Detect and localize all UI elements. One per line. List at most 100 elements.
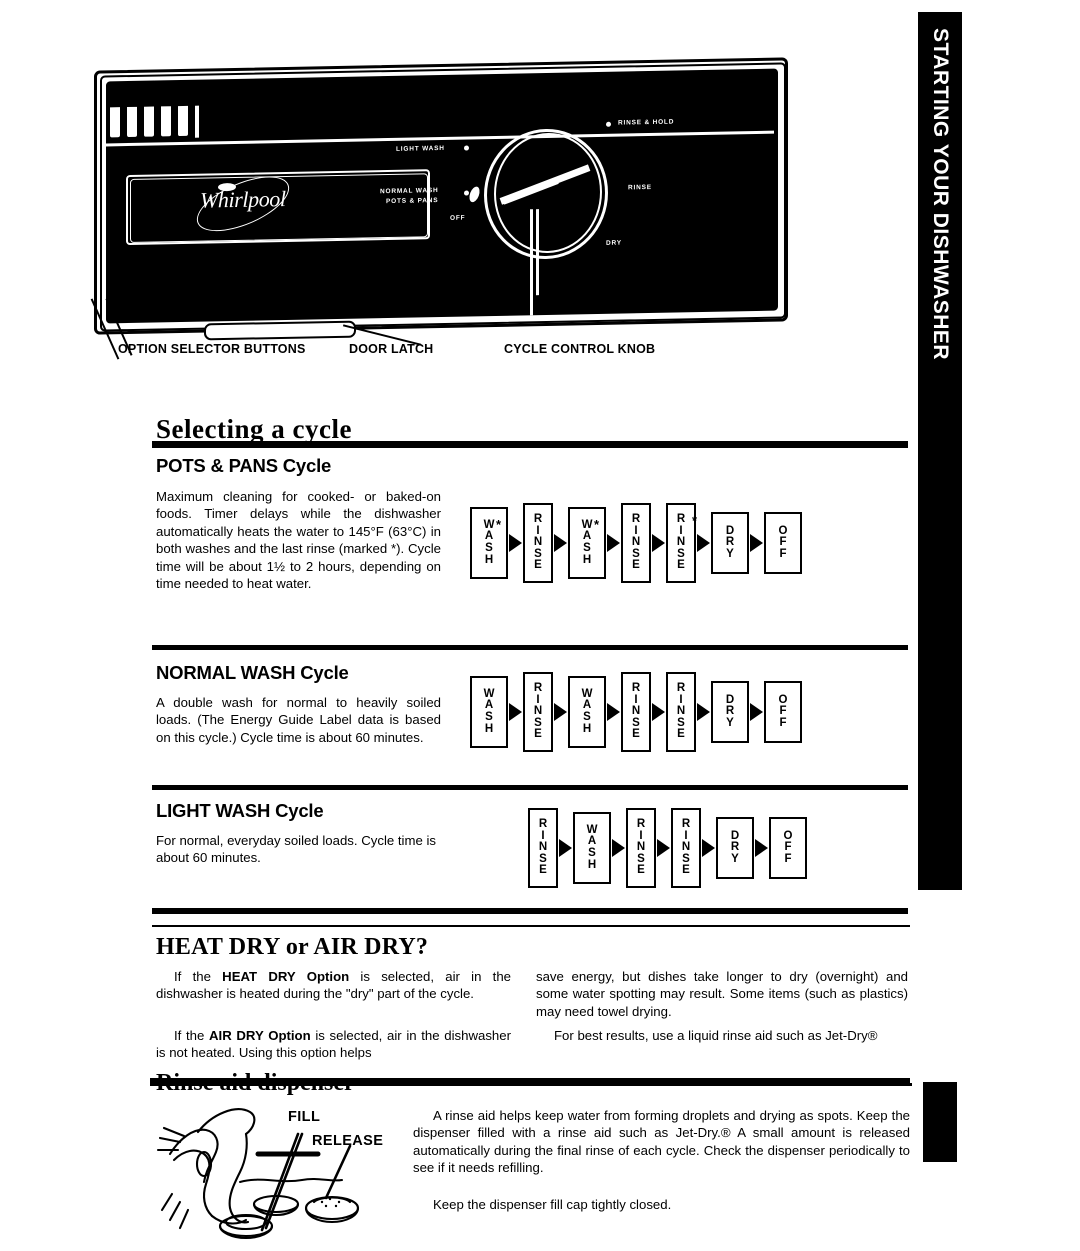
section-body-normal-wash: A double wash for normal to heavily soil… bbox=[156, 695, 441, 745]
caption-option-selector-buttons: OPTION SELECTOR BUTTONS bbox=[118, 342, 306, 356]
cycle-stage-box: R I N S E bbox=[528, 808, 558, 888]
cycle-stage-box: R I N S E bbox=[626, 808, 656, 888]
cycle-stage-label: W A S H bbox=[586, 823, 598, 871]
heated-stage-star-icon: * bbox=[496, 517, 502, 532]
cycle-stage-label: W A S H bbox=[483, 687, 495, 735]
callout-leader-knob-2 bbox=[536, 209, 539, 296]
lower-thumb-mark bbox=[923, 1082, 957, 1162]
cycle-stage-label: D R Y bbox=[725, 524, 735, 560]
rinse-aid-dispenser-illustration bbox=[156, 1108, 360, 1240]
section-body-light-wash: For normal, everyday soiled loads. Cycle… bbox=[156, 833, 436, 866]
cycle-stage-box: R I N S E bbox=[621, 503, 651, 583]
cycle-stage-label: W A S H bbox=[581, 518, 593, 566]
dial-label-dry: DRY bbox=[606, 239, 622, 247]
cycle-stage-label: O F F bbox=[778, 524, 788, 560]
cycle-stage-box: D R Y bbox=[711, 681, 749, 743]
door-latch[interactable] bbox=[204, 320, 356, 341]
cycle-stage-box: O F F bbox=[764, 512, 802, 574]
section-body-pots-pans: Maximum cleaning for cooked- or baked-on… bbox=[156, 489, 441, 592]
section-heading-light-wash: LIGHT WASH Cycle bbox=[156, 800, 324, 821]
dial-label-rinse: RINSE bbox=[628, 183, 652, 192]
heated-stage-star-icon: * bbox=[692, 513, 698, 528]
cycle-stage-box: W A S H bbox=[573, 812, 611, 884]
cycle-stage-label: R I N S E bbox=[676, 682, 686, 741]
panel-face: Whirlpool LIGHT WASH NORMAL WASH POTS & … bbox=[106, 68, 778, 324]
cycle-stage-label: R I N S E bbox=[538, 818, 548, 877]
divider-title bbox=[152, 441, 908, 448]
rinse-aid-paragraph-1: A rinse aid helps keep water from formin… bbox=[413, 1108, 910, 1176]
dial-label-rinse-hold: RINSE & HOLD bbox=[618, 118, 675, 127]
section-heading-heat-dry: HEAT DRY or AIR DRY? bbox=[156, 934, 429, 960]
dial-label-normal-wash: NORMAL WASH bbox=[380, 187, 439, 196]
heated-stage-star-icon: * bbox=[594, 517, 600, 532]
knob-off-marker-icon bbox=[467, 185, 482, 204]
cycle-stage-label: D R Y bbox=[730, 829, 740, 865]
heat-dry-p1-lead: If the bbox=[174, 969, 223, 984]
cycle-stage-box: W A S H * bbox=[470, 507, 508, 579]
cycle-stage-label: W A S H bbox=[483, 518, 495, 566]
heat-dry-right-paragraph-2: For best results, use a liquid rinse aid… bbox=[554, 1028, 878, 1043]
option-button-2[interactable] bbox=[127, 106, 137, 138]
heat-dry-option-bold: HEAT DRY Option bbox=[222, 969, 350, 984]
air-dry-option-bold: AIR DRY Option bbox=[209, 1028, 311, 1043]
manual-page: STARTING YOUR DISHWASHER Whirlpool LIGHT… bbox=[0, 0, 1080, 1251]
heat-dry-right-paragraph-1: save energy, but dishes take longer to d… bbox=[536, 969, 908, 1019]
cycle-stage-label: R I N S E bbox=[533, 513, 543, 572]
cycle-stage-box: W A S H * bbox=[568, 507, 606, 579]
cycle-stage-label: D R Y bbox=[725, 693, 735, 729]
rinse-aid-paragraph-2: Keep the dispenser fill cap tightly clos… bbox=[433, 1197, 672, 1212]
option-button-4[interactable] bbox=[161, 106, 171, 137]
dishwasher-control-panel-illustration: Whirlpool LIGHT WASH NORMAL WASH POTS & … bbox=[86, 57, 798, 360]
flow-arrow-icon bbox=[750, 703, 763, 721]
dial-label-light-wash: LIGHT WASH bbox=[396, 144, 445, 153]
divider-pots-pans bbox=[152, 645, 908, 650]
divider-heat-dry-top bbox=[152, 925, 910, 927]
heat-dry-paragraph-1: If the HEAT DRY Option is selected, air … bbox=[156, 968, 511, 1003]
dial-dot-light-wash bbox=[464, 145, 469, 151]
option-button-6[interactable] bbox=[195, 105, 199, 138]
callout-caption-row: OPTION SELECTOR BUTTONS DOOR LATCH CYCLE… bbox=[86, 340, 786, 362]
cycle-stage-label: R I N S E bbox=[681, 818, 691, 877]
illustration-label-release: RELEASE bbox=[312, 1133, 384, 1149]
cycle-stage-box: R I N S E bbox=[671, 808, 701, 888]
dial-dot-normal-wash bbox=[464, 190, 469, 196]
flow-arrow-icon bbox=[750, 534, 763, 552]
cycle-stage-box: W A S H bbox=[470, 676, 508, 748]
cycle-flow-light-wash: R I N S EW A S HR I N S ER I N S ED R YO… bbox=[528, 808, 807, 888]
flow-arrow-icon bbox=[652, 703, 665, 721]
flow-arrow-icon bbox=[657, 839, 670, 857]
cycle-stage-box: R I N S E bbox=[621, 672, 651, 752]
dial-label-off: OFF bbox=[450, 214, 466, 222]
divider-normal-wash bbox=[152, 785, 908, 790]
heat-dry-paragraph-2: If the AIR DRY Option is selected, air i… bbox=[156, 1027, 511, 1062]
cycle-stage-label: O F F bbox=[783, 829, 793, 865]
cycle-stage-box: D R Y bbox=[711, 512, 749, 574]
flow-arrow-icon bbox=[509, 703, 522, 721]
flow-arrow-icon bbox=[697, 703, 710, 721]
cycle-stage-box: R I N S E bbox=[666, 672, 696, 752]
cycle-stage-label: O F F bbox=[778, 693, 788, 729]
option-selector-buttons[interactable] bbox=[110, 105, 199, 140]
flow-arrow-icon bbox=[559, 839, 572, 857]
illustration-label-fill: FILL bbox=[288, 1109, 321, 1125]
cycle-stage-label: R I N S E bbox=[636, 818, 646, 877]
thumb-tab-label: STARTING YOUR DISHWASHER bbox=[929, 28, 952, 361]
flow-arrow-icon bbox=[612, 839, 625, 857]
cycle-stage-box: O F F bbox=[764, 681, 802, 743]
option-button-3[interactable] bbox=[144, 106, 154, 137]
heat-dry-p2-lead: If the bbox=[174, 1028, 210, 1043]
cycle-stage-box: W A S H bbox=[568, 676, 606, 748]
cycle-stage-box: R I N S E * bbox=[666, 503, 698, 583]
cycle-stage-label: R I N S E bbox=[533, 682, 543, 741]
cycle-stage-label: R I N S E bbox=[676, 513, 686, 572]
option-button-1[interactable] bbox=[110, 107, 120, 138]
cycle-stage-box: O F F bbox=[769, 817, 807, 879]
option-button-5[interactable] bbox=[178, 105, 188, 137]
flow-arrow-icon bbox=[554, 703, 567, 721]
cycle-stage-label: R I N S E bbox=[631, 513, 641, 572]
flow-arrow-icon bbox=[554, 534, 567, 552]
flow-arrow-icon bbox=[697, 534, 710, 552]
cycle-stage-box: R I N S E bbox=[523, 672, 553, 752]
cycle-flow-pots-pans: W A S H * R I N S EW A S H * R I N S ER I N … bbox=[470, 503, 802, 583]
flow-arrow-icon bbox=[607, 703, 620, 721]
